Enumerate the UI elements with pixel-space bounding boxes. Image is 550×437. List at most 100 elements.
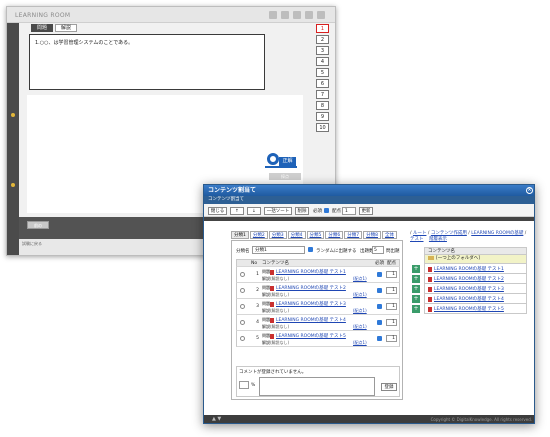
score-input[interactable]: 1 bbox=[386, 335, 397, 342]
row-radio[interactable] bbox=[240, 288, 245, 293]
score-input[interactable]: 1 bbox=[386, 271, 397, 278]
question-number[interactable]: 3 bbox=[316, 46, 329, 55]
add-icon[interactable]: + bbox=[412, 265, 420, 273]
close-button[interactable]: 閉じる bbox=[208, 207, 227, 215]
score-input[interactable]: 1 bbox=[386, 319, 397, 326]
required-checkbox[interactable] bbox=[377, 320, 382, 325]
percent-input[interactable] bbox=[239, 381, 249, 389]
row-radio[interactable] bbox=[240, 320, 245, 325]
category-content: 分類名 分類1 ランダムに出題する 出題数 5 問出題 No コンテンツ名 必須… bbox=[231, 240, 403, 400]
random-checkbox[interactable] bbox=[308, 247, 313, 252]
required-checkbox[interactable] bbox=[377, 272, 382, 277]
mail-icon[interactable] bbox=[281, 11, 289, 19]
required-checkbox[interactable] bbox=[377, 336, 382, 341]
update-button[interactable]: 更新 bbox=[359, 207, 373, 215]
tab-category-6[interactable]: 分類6 bbox=[325, 231, 344, 239]
score-edit-link[interactable]: (配点1) bbox=[353, 276, 367, 282]
content-link[interactable]: LEARNING ROOMの基礎 テスト4 bbox=[434, 296, 504, 302]
explanation-badge: 解説 bbox=[262, 340, 270, 345]
tab-category-2[interactable]: 分類2 bbox=[249, 231, 268, 239]
contents-table: No コンテンツ名 必須 配点 1 問題 解説 LEARNING ROOMの基礎… bbox=[236, 259, 400, 347]
move-up-button[interactable]: ↑ bbox=[230, 207, 244, 215]
mark-button[interactable]: 採点 bbox=[269, 173, 301, 180]
row-radio[interactable] bbox=[240, 304, 245, 309]
breadcrumb-root[interactable]: ルート bbox=[413, 231, 427, 236]
content-link[interactable]: LEARNING ROOMの基礎 テスト1 bbox=[434, 266, 504, 272]
count-select[interactable]: 5 bbox=[372, 246, 384, 254]
content-link[interactable]: LEARNING ROOMの基礎 テスト1 bbox=[276, 269, 346, 275]
register-button[interactable]: 登録 bbox=[381, 383, 397, 391]
tab-explanation[interactable]: 解説 bbox=[55, 24, 78, 32]
close-icon[interactable]: × bbox=[526, 187, 533, 194]
hierarchy-view-link[interactable]: 階層表示 bbox=[429, 237, 447, 242]
document-icon bbox=[270, 318, 274, 323]
question-number[interactable]: 5 bbox=[316, 68, 329, 77]
app-logo: LEARNING ROOM bbox=[15, 12, 71, 19]
breadcrumb-folder[interactable]: コンテンツ作成用 bbox=[431, 231, 467, 236]
tab-category-1[interactable]: 分類1 bbox=[231, 231, 249, 239]
home-icon[interactable] bbox=[269, 11, 277, 19]
add-icon[interactable]: + bbox=[412, 275, 420, 283]
required-checkbox[interactable] bbox=[377, 288, 382, 293]
user-icon[interactable] bbox=[317, 11, 325, 19]
score-input[interactable]: 1 bbox=[386, 303, 397, 310]
score-edit-link[interactable]: (配点1) bbox=[353, 308, 367, 314]
help-icon[interactable] bbox=[305, 11, 313, 19]
content-link[interactable]: LEARNING ROOMの基礎 テスト3 bbox=[434, 286, 504, 292]
settings-icon[interactable] bbox=[293, 11, 301, 19]
comment-status: コメントが登録されていません。 bbox=[239, 370, 307, 375]
required-checkbox[interactable] bbox=[324, 208, 329, 213]
question-number[interactable]: 1 bbox=[316, 24, 329, 33]
delete-button[interactable]: 削除 bbox=[295, 207, 309, 215]
status-text[interactable]: 試験に戻る bbox=[22, 241, 42, 246]
content-link[interactable]: LEARNING ROOMの基礎 テスト3 bbox=[276, 301, 346, 307]
tab-all[interactable]: 全体 bbox=[382, 231, 397, 239]
comment-textarea[interactable] bbox=[259, 377, 375, 396]
add-icon[interactable]: + bbox=[412, 295, 420, 303]
score-input[interactable]: 1 bbox=[342, 207, 356, 215]
tab-category-5[interactable]: 分類5 bbox=[306, 231, 325, 239]
category-name-input[interactable]: 分類1 bbox=[252, 246, 305, 254]
required-checkbox[interactable] bbox=[377, 304, 382, 309]
score-edit-link[interactable]: (配点1) bbox=[353, 324, 367, 330]
move-down-button[interactable]: ↓ bbox=[247, 207, 261, 215]
add-icon[interactable]: + bbox=[412, 305, 420, 313]
breadcrumb-folder[interactable]: LEARNING ROOMの基礎 bbox=[471, 231, 523, 236]
question-number[interactable]: 6 bbox=[316, 79, 329, 88]
tab-category-8[interactable]: 分類8 bbox=[363, 231, 381, 239]
question-number[interactable]: 10 bbox=[316, 123, 329, 132]
scroll-arrows-icon[interactable]: ▲ ▼ bbox=[212, 416, 221, 422]
row-radio[interactable] bbox=[240, 272, 245, 277]
question-badge: 問題 bbox=[262, 301, 270, 306]
tab-category-7[interactable]: 分類7 bbox=[344, 231, 363, 239]
batch-sort-button[interactable]: 一括ソート bbox=[264, 207, 292, 215]
question-number[interactable]: 7 bbox=[316, 90, 329, 99]
content-link[interactable]: LEARNING ROOMの基礎 テスト5 bbox=[434, 306, 504, 312]
content-link[interactable]: LEARNING ROOMの基礎 テスト2 bbox=[276, 285, 346, 291]
score-edit-link[interactable]: (配点1) bbox=[353, 340, 367, 346]
question-badge: 問題 bbox=[262, 333, 270, 338]
score-input[interactable]: 1 bbox=[386, 287, 397, 294]
question-number[interactable]: 4 bbox=[316, 57, 329, 66]
breadcrumb-current[interactable]: テスト bbox=[410, 237, 424, 242]
tab-question[interactable]: 問題 bbox=[31, 24, 54, 32]
parent-folder-row[interactable]: [一つ上のフォルダへ] bbox=[424, 255, 527, 264]
score-edit-link[interactable]: (配点1) bbox=[353, 292, 367, 298]
add-icon[interactable]: + bbox=[412, 285, 420, 293]
content-link[interactable]: LEARNING ROOMの基礎 テスト2 bbox=[434, 276, 504, 282]
circle-icon bbox=[267, 153, 279, 165]
parent-folder-link[interactable]: [一つ上のフォルダへ] bbox=[436, 256, 480, 261]
question-text: 1.○○、は学習管理システムのことである。 bbox=[35, 40, 134, 46]
tab-category-3[interactable]: 分類3 bbox=[268, 231, 287, 239]
document-icon bbox=[270, 270, 274, 275]
tab-category-4[interactable]: 分類4 bbox=[287, 231, 306, 239]
dialog-toolbar: 閉じる ↑ ↓ 一括ソート 削除 必須 配点 1 更新 bbox=[204, 204, 534, 217]
content-link[interactable]: LEARNING ROOMの基礎 テスト5 bbox=[276, 333, 346, 339]
row-radio[interactable] bbox=[240, 336, 245, 341]
dialog-title: コンテンツ割当て bbox=[208, 187, 257, 194]
question-number[interactable]: 2 bbox=[316, 35, 329, 44]
question-number[interactable]: 8 bbox=[316, 101, 329, 110]
previous-button[interactable]: 前の bbox=[27, 221, 49, 229]
content-link[interactable]: LEARNING ROOMの基礎 テスト4 bbox=[276, 317, 346, 323]
question-number[interactable]: 9 bbox=[316, 112, 329, 121]
